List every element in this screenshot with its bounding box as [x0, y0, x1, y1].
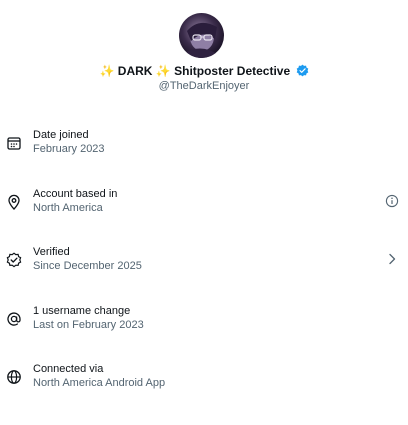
verified-check-icon: [6, 252, 22, 268]
at-sign-icon: [6, 311, 22, 327]
location-pin-icon: [6, 194, 22, 210]
display-name-suffix: Shitposter Detective: [174, 64, 291, 78]
display-name-main: DARK: [117, 64, 153, 78]
chevron-right-icon[interactable]: [385, 252, 399, 266]
detail-title: 1 username change: [33, 305, 131, 317]
sparkles-emoji: ✨: [99, 64, 115, 78]
detail-verified[interactable]: Verified Since December 2025: [0, 245, 408, 289]
detail-value: North America Android App: [33, 377, 166, 389]
display-name: ✨ DARK ✨ Shitposter Detective: [0, 63, 408, 79]
verified-badge-icon: [296, 64, 308, 77]
detail-value: Since December 2025: [33, 260, 142, 272]
avatar[interactable]: [179, 13, 224, 58]
detail-value: February 2023: [33, 143, 105, 155]
detail-date-joined: Date joined February 2023: [0, 128, 408, 172]
detail-account-based-in: Account based in North America: [0, 187, 408, 231]
globe-icon: [6, 369, 22, 385]
info-icon[interactable]: [385, 194, 399, 208]
detail-username-change: 1 username change Last on February 2023: [0, 304, 408, 348]
detail-title: Connected via: [33, 363, 104, 375]
detail-connected-via: Connected via North America Android App: [0, 362, 408, 406]
detail-title: Account based in: [33, 188, 118, 200]
detail-value: North America: [33, 202, 103, 214]
calendar-icon: [6, 135, 22, 151]
detail-title: Verified: [33, 246, 70, 258]
avatar-image: [185, 22, 219, 58]
detail-title: Date joined: [33, 129, 89, 141]
username-handle: @TheDarkEnjoyer: [158, 80, 250, 92]
sparkles-emoji: ✨: [155, 64, 171, 78]
detail-value: Last on February 2023: [33, 319, 144, 331]
